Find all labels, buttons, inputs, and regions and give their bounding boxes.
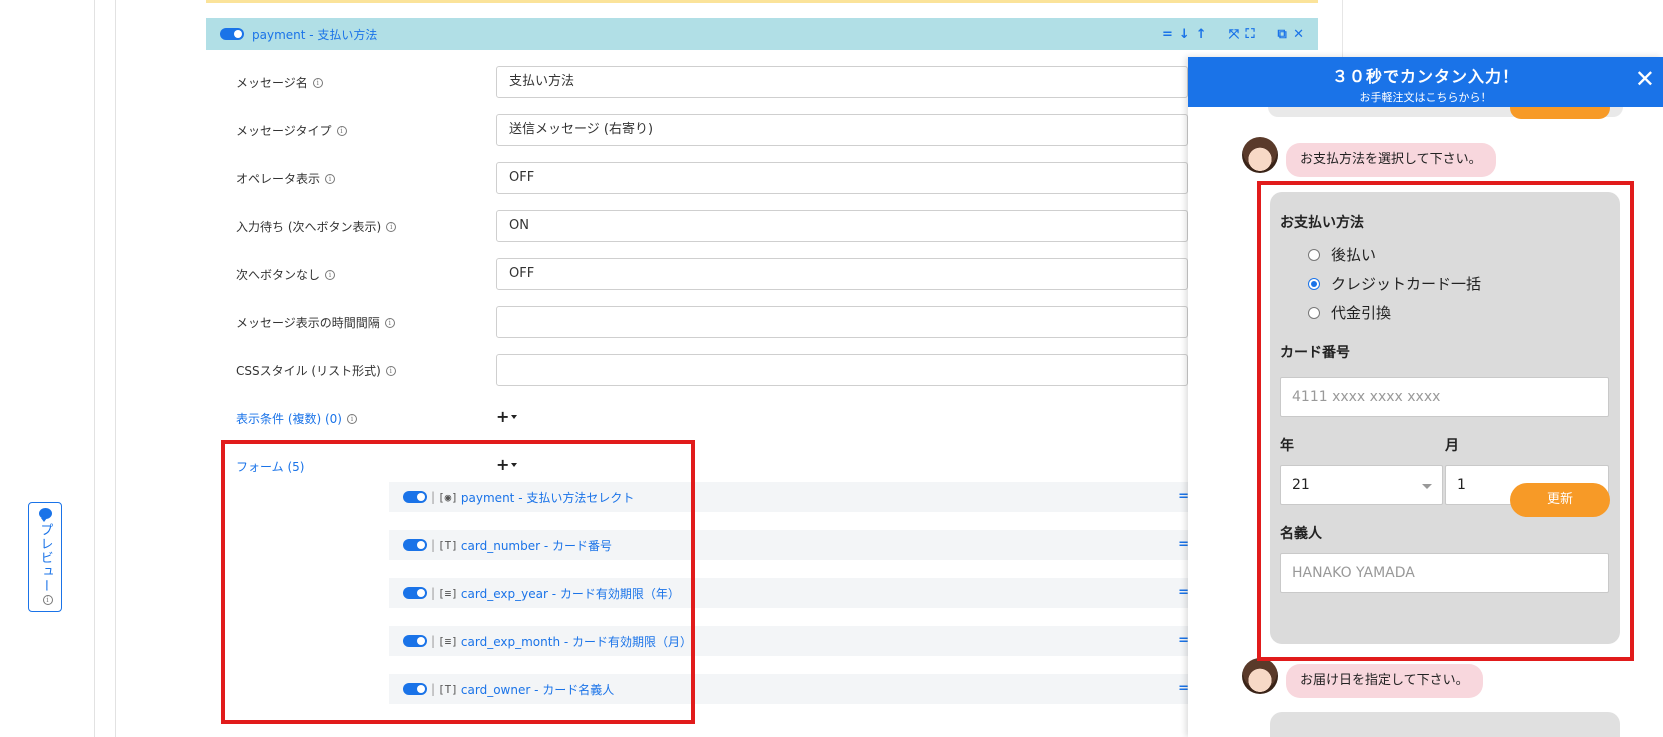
field-label-css-style: CSSスタイル (リスト形式) i bbox=[236, 362, 396, 379]
next-form-card bbox=[1270, 712, 1620, 737]
css-style-input[interactable] bbox=[496, 354, 1188, 386]
message-header: payment - 支払い方法 = ↓ ↑ ⤧ ⛶ ⧉ ✕ bbox=[206, 18, 1318, 50]
info-icon: i bbox=[312, 77, 323, 88]
info-icon: i bbox=[325, 173, 336, 184]
chat-message: お届け日を指定して下さい。 bbox=[1286, 664, 1483, 698]
info-icon: i bbox=[385, 365, 396, 376]
delete-icon[interactable]: ✕ bbox=[1293, 27, 1304, 42]
highlight-box-preview bbox=[1257, 181, 1634, 661]
no-next-button-select[interactable]: OFF bbox=[496, 258, 1188, 290]
field-label-operator-display: オペレータ表示 i bbox=[236, 170, 336, 187]
message-type-select[interactable]: 送信メッセージ (右寄り) bbox=[496, 114, 1188, 146]
field-label-no-next-button: 次へボタンなし i bbox=[236, 266, 336, 283]
message-enabled-toggle[interactable] bbox=[220, 28, 244, 40]
gutter-divider bbox=[115, 0, 116, 737]
chat-title: ３０秒でカンタン入力！ bbox=[1331, 67, 1519, 86]
display-interval-input[interactable] bbox=[496, 306, 1188, 338]
operator-avatar bbox=[1242, 658, 1278, 694]
field-label-wait-input: 入力待ち (次へボタン表示) i bbox=[236, 218, 397, 235]
copy-icon[interactable]: ⧉ bbox=[1277, 27, 1287, 42]
preview-tab[interactable]: プレビュー i bbox=[28, 502, 62, 612]
previous-block-edge bbox=[206, 0, 1318, 3]
chat-message: お支払方法を選択して下さい。 bbox=[1286, 143, 1496, 177]
drag-handle-icon[interactable]: = bbox=[1162, 27, 1173, 42]
gutter-divider bbox=[94, 0, 95, 737]
info-icon: i bbox=[325, 269, 336, 280]
info-icon: i bbox=[384, 317, 395, 328]
message-title: payment - 支払い方法 bbox=[252, 27, 378, 42]
caret-down-icon bbox=[511, 414, 518, 419]
field-label-message-type: メッセージタイプ i bbox=[236, 122, 347, 139]
close-icon[interactable]: ✕ bbox=[1635, 67, 1655, 91]
move-up-icon[interactable]: ↑ bbox=[1196, 27, 1207, 42]
wait-input-select[interactable]: ON bbox=[496, 210, 1188, 242]
chat-subtitle: お手軽注文はこちらから！ bbox=[1359, 91, 1492, 104]
expand-icon[interactable]: ⛶ bbox=[1245, 27, 1255, 42]
page: プレビュー i payment - 支払い方法 = ↓ ↑ ⤧ ⛶ ⧉ ✕ メッ… bbox=[0, 0, 1663, 737]
field-label-message-name: メッセージ名 i bbox=[236, 74, 323, 91]
operator-display-select[interactable]: OFF bbox=[496, 162, 1188, 194]
move-down-icon[interactable]: ↓ bbox=[1179, 27, 1190, 42]
display-conditions-link[interactable]: 表示条件 (複数) (0) i bbox=[236, 410, 357, 427]
info-icon: i bbox=[386, 221, 397, 232]
plus-icon: + bbox=[496, 407, 510, 426]
chat-header: ３０秒でカンタン入力！ お手軽注文はこちらから！ ✕ bbox=[1188, 57, 1663, 107]
collapse-icon[interactable]: ⤧ bbox=[1229, 27, 1239, 42]
message-name-input[interactable]: 支払い方法 bbox=[496, 66, 1188, 98]
field-label-display-interval: メッセージ表示の時間間隔 i bbox=[236, 314, 395, 331]
add-condition-dropdown[interactable]: + bbox=[496, 407, 518, 426]
info-icon: i bbox=[336, 125, 347, 136]
info-icon: i bbox=[347, 413, 357, 424]
chat-bubble-icon bbox=[38, 508, 52, 522]
highlight-box-forms bbox=[221, 440, 695, 724]
operator-avatar bbox=[1242, 137, 1278, 173]
header-toolbar: = ↓ ↑ ⤧ ⛶ ⧉ ✕ bbox=[1162, 18, 1304, 50]
info-icon: i bbox=[42, 595, 53, 605]
preview-tab-label: プレビュー bbox=[37, 523, 53, 593]
